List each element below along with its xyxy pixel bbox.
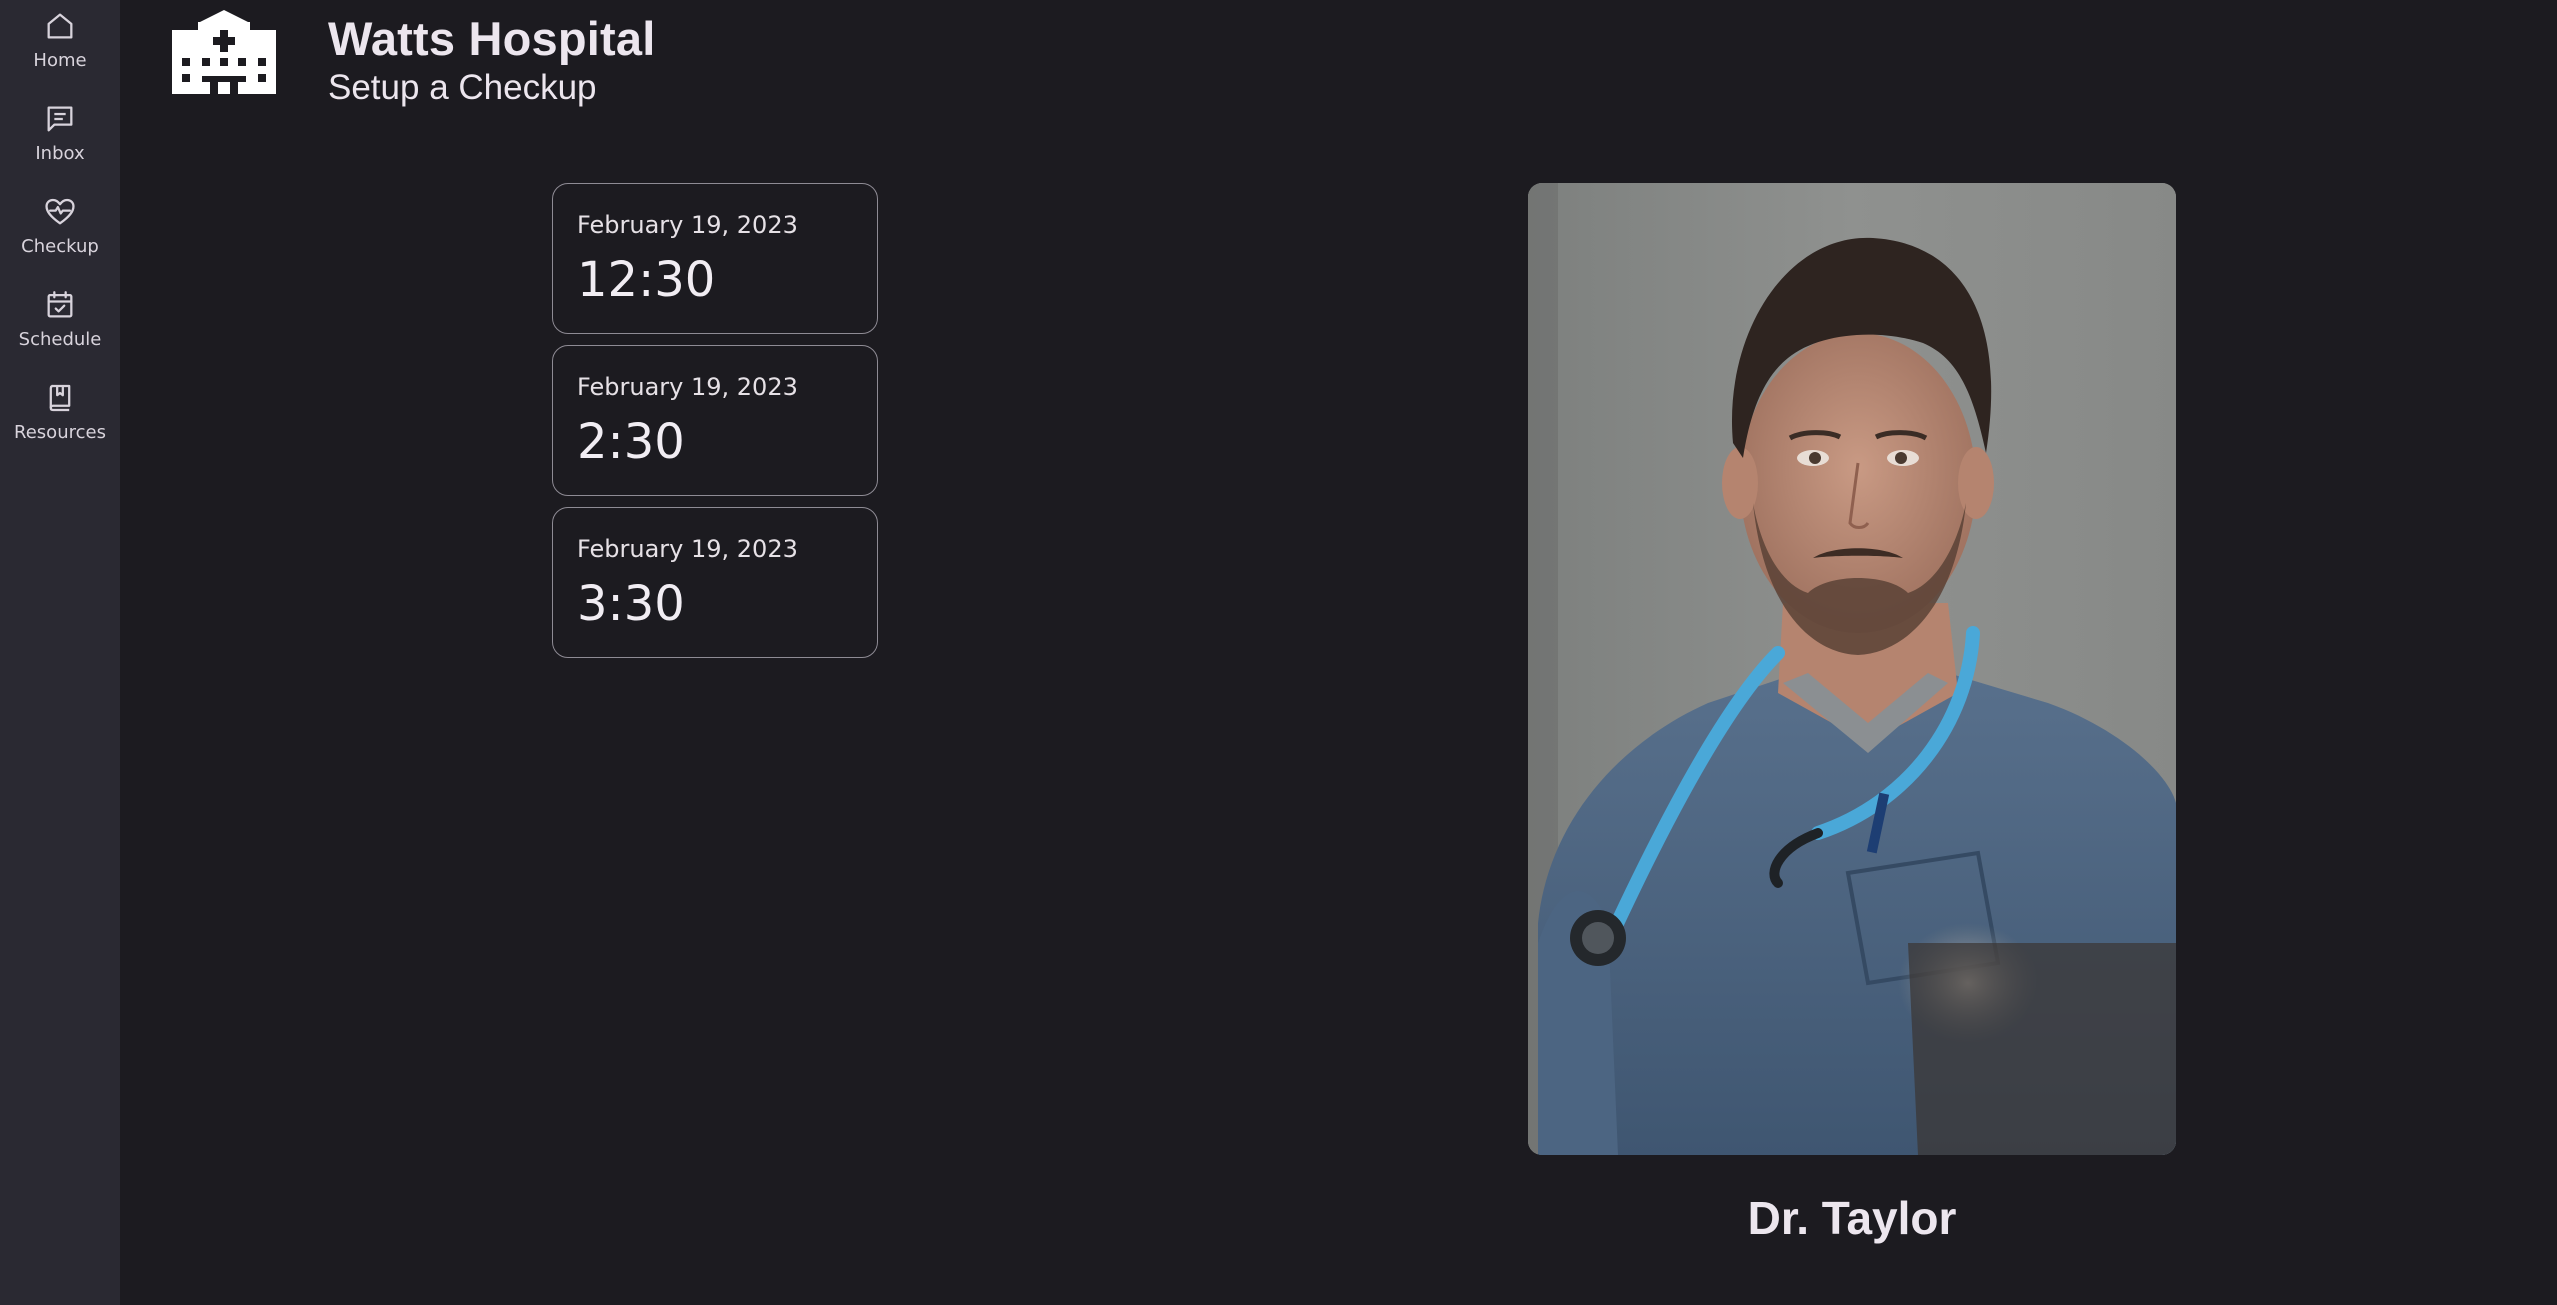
book-icon: [42, 380, 78, 416]
hospital-icon: [170, 8, 278, 96]
nav-label-resources: Resources: [14, 422, 106, 443]
nav-item-resources[interactable]: Resources: [0, 372, 120, 458]
heart-pulse-icon: [42, 194, 78, 230]
appointment-slot-3[interactable]: February 19, 2023 3:30: [552, 507, 878, 658]
home-icon: [42, 8, 78, 44]
nav-label-home: Home: [33, 50, 87, 71]
doctor-photo: [1528, 183, 2176, 1155]
nav-label-checkup: Checkup: [21, 236, 99, 257]
appointment-time: 12:30: [577, 252, 716, 308]
appointment-time: 3:30: [577, 576, 685, 632]
nav-label-schedule: Schedule: [18, 329, 102, 350]
appointment-slot-1[interactable]: February 19, 2023 12:30: [552, 183, 878, 334]
page-subtitle: Setup a Checkup: [328, 68, 597, 107]
appointment-date: February 19, 2023: [577, 535, 798, 563]
doctor-name: Dr. Taylor: [1747, 1192, 1957, 1244]
appointment-slot-2[interactable]: February 19, 2023 2:30: [552, 345, 878, 496]
appointment-date: February 19, 2023: [577, 373, 798, 401]
calendar-check-icon: [42, 287, 78, 323]
appointment-time: 2:30: [577, 414, 685, 470]
nav-item-checkup[interactable]: Checkup: [0, 186, 120, 272]
nav-item-schedule[interactable]: Schedule: [0, 279, 120, 365]
page-title: Watts Hospital: [328, 12, 656, 65]
inbox-icon: [42, 101, 78, 137]
navigation-rail: Home Inbox Checkup Schedule Resources: [0, 0, 120, 1305]
appointment-date: February 19, 2023: [577, 211, 798, 239]
nav-item-home[interactable]: Home: [0, 0, 120, 86]
nav-item-inbox[interactable]: Inbox: [0, 93, 120, 179]
nav-label-inbox: Inbox: [35, 143, 85, 164]
app-root: Home Inbox Checkup Schedule Resources Wa…: [0, 0, 2557, 1305]
